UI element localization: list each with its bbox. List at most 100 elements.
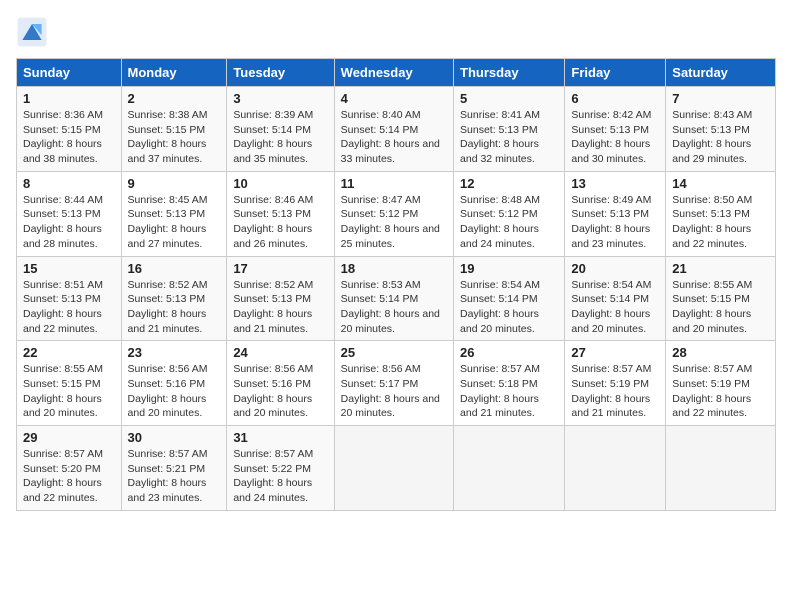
day-info: Sunrise: 8:47 AMSunset: 5:12 PMDaylight:… bbox=[341, 194, 440, 250]
day-number: 8 bbox=[23, 176, 115, 191]
calendar-day-cell: 25 Sunrise: 8:56 AMSunset: 5:17 PMDaylig… bbox=[334, 341, 453, 426]
day-number: 18 bbox=[341, 261, 447, 276]
calendar-day-cell: 13 Sunrise: 8:49 AMSunset: 5:13 PMDaylig… bbox=[565, 171, 666, 256]
day-number: 16 bbox=[128, 261, 221, 276]
calendar-day-cell: 24 Sunrise: 8:56 AMSunset: 5:16 PMDaylig… bbox=[227, 341, 334, 426]
day-number: 15 bbox=[23, 261, 115, 276]
calendar-day-cell: 14 Sunrise: 8:50 AMSunset: 5:13 PMDaylig… bbox=[666, 171, 776, 256]
day-info: Sunrise: 8:57 AMSunset: 5:18 PMDaylight:… bbox=[460, 363, 540, 419]
column-header-thursday: Thursday bbox=[454, 59, 565, 87]
day-number: 28 bbox=[672, 345, 769, 360]
calendar-day-cell: 10 Sunrise: 8:46 AMSunset: 5:13 PMDaylig… bbox=[227, 171, 334, 256]
page-header bbox=[16, 16, 776, 48]
calendar-day-cell: 1 Sunrise: 8:36 AMSunset: 5:15 PMDayligh… bbox=[17, 87, 122, 172]
calendar-day-cell: 31 Sunrise: 8:57 AMSunset: 5:22 PMDaylig… bbox=[227, 426, 334, 511]
day-info: Sunrise: 8:50 AMSunset: 5:13 PMDaylight:… bbox=[672, 194, 752, 250]
day-number: 7 bbox=[672, 91, 769, 106]
day-info: Sunrise: 8:39 AMSunset: 5:14 PMDaylight:… bbox=[233, 109, 313, 165]
calendar-day-cell: 11 Sunrise: 8:47 AMSunset: 5:12 PMDaylig… bbox=[334, 171, 453, 256]
day-number: 2 bbox=[128, 91, 221, 106]
day-info: Sunrise: 8:52 AMSunset: 5:13 PMDaylight:… bbox=[128, 279, 208, 335]
day-number: 17 bbox=[233, 261, 327, 276]
column-header-wednesday: Wednesday bbox=[334, 59, 453, 87]
logo bbox=[16, 16, 52, 48]
column-header-monday: Monday bbox=[121, 59, 227, 87]
day-number: 29 bbox=[23, 430, 115, 445]
day-number: 4 bbox=[341, 91, 447, 106]
calendar-day-cell: 29 Sunrise: 8:57 AMSunset: 5:20 PMDaylig… bbox=[17, 426, 122, 511]
calendar-day-cell bbox=[666, 426, 776, 511]
calendar-day-cell: 5 Sunrise: 8:41 AMSunset: 5:13 PMDayligh… bbox=[454, 87, 565, 172]
calendar-day-cell: 12 Sunrise: 8:48 AMSunset: 5:12 PMDaylig… bbox=[454, 171, 565, 256]
day-info: Sunrise: 8:56 AMSunset: 5:16 PMDaylight:… bbox=[233, 363, 313, 419]
calendar-day-cell: 3 Sunrise: 8:39 AMSunset: 5:14 PMDayligh… bbox=[227, 87, 334, 172]
column-header-sunday: Sunday bbox=[17, 59, 122, 87]
day-info: Sunrise: 8:49 AMSunset: 5:13 PMDaylight:… bbox=[571, 194, 651, 250]
day-info: Sunrise: 8:55 AMSunset: 5:15 PMDaylight:… bbox=[23, 363, 103, 419]
calendar-day-cell bbox=[334, 426, 453, 511]
day-info: Sunrise: 8:53 AMSunset: 5:14 PMDaylight:… bbox=[341, 279, 440, 335]
day-number: 27 bbox=[571, 345, 659, 360]
calendar-day-cell: 4 Sunrise: 8:40 AMSunset: 5:14 PMDayligh… bbox=[334, 87, 453, 172]
calendar-table: SundayMondayTuesdayWednesdayThursdayFrid… bbox=[16, 58, 776, 511]
calendar-day-cell: 28 Sunrise: 8:57 AMSunset: 5:19 PMDaylig… bbox=[666, 341, 776, 426]
day-number: 11 bbox=[341, 176, 447, 191]
day-info: Sunrise: 8:43 AMSunset: 5:13 PMDaylight:… bbox=[672, 109, 752, 165]
calendar-day-cell: 22 Sunrise: 8:55 AMSunset: 5:15 PMDaylig… bbox=[17, 341, 122, 426]
calendar-header-row: SundayMondayTuesdayWednesdayThursdayFrid… bbox=[17, 59, 776, 87]
calendar-day-cell: 30 Sunrise: 8:57 AMSunset: 5:21 PMDaylig… bbox=[121, 426, 227, 511]
day-number: 9 bbox=[128, 176, 221, 191]
day-number: 24 bbox=[233, 345, 327, 360]
day-info: Sunrise: 8:54 AMSunset: 5:14 PMDaylight:… bbox=[571, 279, 651, 335]
calendar-day-cell: 16 Sunrise: 8:52 AMSunset: 5:13 PMDaylig… bbox=[121, 256, 227, 341]
calendar-day-cell bbox=[454, 426, 565, 511]
day-number: 31 bbox=[233, 430, 327, 445]
calendar-day-cell: 6 Sunrise: 8:42 AMSunset: 5:13 PMDayligh… bbox=[565, 87, 666, 172]
day-info: Sunrise: 8:44 AMSunset: 5:13 PMDaylight:… bbox=[23, 194, 103, 250]
calendar-day-cell: 23 Sunrise: 8:56 AMSunset: 5:16 PMDaylig… bbox=[121, 341, 227, 426]
calendar-week-row: 22 Sunrise: 8:55 AMSunset: 5:15 PMDaylig… bbox=[17, 341, 776, 426]
day-info: Sunrise: 8:54 AMSunset: 5:14 PMDaylight:… bbox=[460, 279, 540, 335]
day-info: Sunrise: 8:48 AMSunset: 5:12 PMDaylight:… bbox=[460, 194, 540, 250]
calendar-day-cell: 17 Sunrise: 8:52 AMSunset: 5:13 PMDaylig… bbox=[227, 256, 334, 341]
day-info: Sunrise: 8:55 AMSunset: 5:15 PMDaylight:… bbox=[672, 279, 752, 335]
day-info: Sunrise: 8:57 AMSunset: 5:22 PMDaylight:… bbox=[233, 448, 313, 504]
logo-icon bbox=[16, 16, 48, 48]
day-number: 14 bbox=[672, 176, 769, 191]
calendar-week-row: 1 Sunrise: 8:36 AMSunset: 5:15 PMDayligh… bbox=[17, 87, 776, 172]
calendar-day-cell: 2 Sunrise: 8:38 AMSunset: 5:15 PMDayligh… bbox=[121, 87, 227, 172]
calendar-week-row: 29 Sunrise: 8:57 AMSunset: 5:20 PMDaylig… bbox=[17, 426, 776, 511]
day-number: 22 bbox=[23, 345, 115, 360]
day-info: Sunrise: 8:51 AMSunset: 5:13 PMDaylight:… bbox=[23, 279, 103, 335]
day-info: Sunrise: 8:41 AMSunset: 5:13 PMDaylight:… bbox=[460, 109, 540, 165]
day-number: 21 bbox=[672, 261, 769, 276]
calendar-day-cell: 8 Sunrise: 8:44 AMSunset: 5:13 PMDayligh… bbox=[17, 171, 122, 256]
column-header-tuesday: Tuesday bbox=[227, 59, 334, 87]
day-info: Sunrise: 8:40 AMSunset: 5:14 PMDaylight:… bbox=[341, 109, 440, 165]
day-number: 5 bbox=[460, 91, 558, 106]
calendar-day-cell: 20 Sunrise: 8:54 AMSunset: 5:14 PMDaylig… bbox=[565, 256, 666, 341]
day-number: 3 bbox=[233, 91, 327, 106]
calendar-day-cell: 15 Sunrise: 8:51 AMSunset: 5:13 PMDaylig… bbox=[17, 256, 122, 341]
day-info: Sunrise: 8:56 AMSunset: 5:17 PMDaylight:… bbox=[341, 363, 440, 419]
day-info: Sunrise: 8:52 AMSunset: 5:13 PMDaylight:… bbox=[233, 279, 313, 335]
day-number: 10 bbox=[233, 176, 327, 191]
calendar-day-cell: 26 Sunrise: 8:57 AMSunset: 5:18 PMDaylig… bbox=[454, 341, 565, 426]
day-number: 13 bbox=[571, 176, 659, 191]
calendar-day-cell: 21 Sunrise: 8:55 AMSunset: 5:15 PMDaylig… bbox=[666, 256, 776, 341]
calendar-week-row: 8 Sunrise: 8:44 AMSunset: 5:13 PMDayligh… bbox=[17, 171, 776, 256]
day-info: Sunrise: 8:57 AMSunset: 5:19 PMDaylight:… bbox=[571, 363, 651, 419]
calendar-day-cell: 19 Sunrise: 8:54 AMSunset: 5:14 PMDaylig… bbox=[454, 256, 565, 341]
day-number: 25 bbox=[341, 345, 447, 360]
day-number: 6 bbox=[571, 91, 659, 106]
day-info: Sunrise: 8:56 AMSunset: 5:16 PMDaylight:… bbox=[128, 363, 208, 419]
day-number: 26 bbox=[460, 345, 558, 360]
day-number: 19 bbox=[460, 261, 558, 276]
day-info: Sunrise: 8:42 AMSunset: 5:13 PMDaylight:… bbox=[571, 109, 651, 165]
day-number: 1 bbox=[23, 91, 115, 106]
day-info: Sunrise: 8:57 AMSunset: 5:19 PMDaylight:… bbox=[672, 363, 752, 419]
calendar-week-row: 15 Sunrise: 8:51 AMSunset: 5:13 PMDaylig… bbox=[17, 256, 776, 341]
column-header-saturday: Saturday bbox=[666, 59, 776, 87]
calendar-day-cell: 18 Sunrise: 8:53 AMSunset: 5:14 PMDaylig… bbox=[334, 256, 453, 341]
day-info: Sunrise: 8:57 AMSunset: 5:20 PMDaylight:… bbox=[23, 448, 103, 504]
